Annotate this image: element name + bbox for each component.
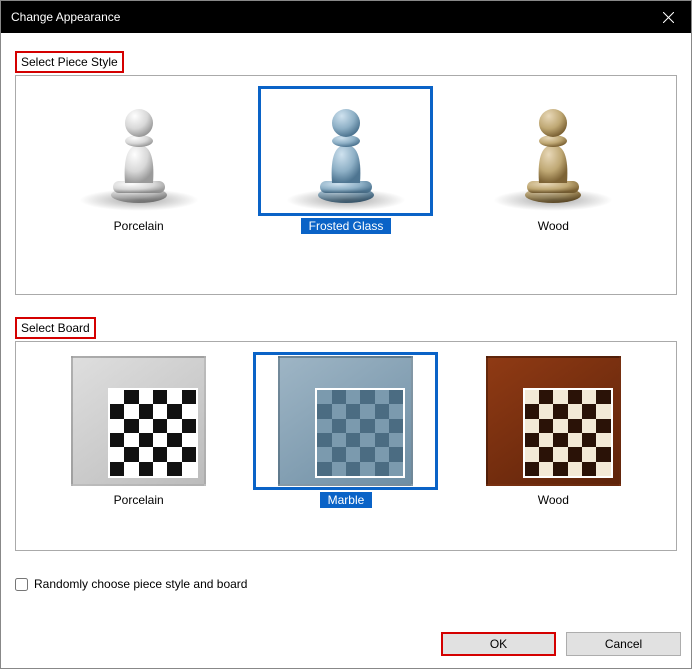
pieces-section-label: Select Piece Style [15, 51, 124, 73]
piece-thumb-porcelain [51, 86, 226, 216]
board-option-label: Porcelain [106, 492, 172, 508]
boards-panel: Porcelain Marble Wood [15, 341, 677, 551]
random-checkbox-label: Randomly choose piece style and board [34, 577, 247, 591]
ok-button[interactable]: OK [441, 632, 556, 656]
board-option-marble[interactable]: Marble [253, 352, 438, 508]
piece-option-label: Frosted Glass [301, 218, 392, 234]
piece-thumb-wood [466, 86, 641, 216]
pieces-panel: Porcelain [15, 75, 677, 295]
random-checkbox-row[interactable]: Randomly choose piece style and board [15, 577, 677, 591]
piece-thumb-frosted-glass [258, 86, 433, 216]
piece-option-frosted-glass[interactable]: Frosted Glass [253, 86, 438, 234]
titlebar: Change Appearance [1, 1, 691, 33]
close-icon [663, 12, 674, 23]
dialog-content: Select Piece Style [1, 33, 691, 626]
piece-option-label: Wood [530, 218, 577, 234]
window-title: Change Appearance [11, 10, 646, 24]
board-option-porcelain[interactable]: Porcelain [46, 352, 231, 508]
boards-section-label: Select Board [15, 317, 96, 339]
piece-option-porcelain[interactable]: Porcelain [46, 86, 231, 234]
cancel-button[interactable]: Cancel [566, 632, 681, 656]
board-option-label: Marble [320, 492, 373, 508]
piece-option-wood[interactable]: Wood [461, 86, 646, 234]
button-row: OK Cancel [1, 626, 691, 668]
close-button[interactable] [646, 1, 691, 33]
board-option-label: Wood [530, 492, 577, 508]
piece-option-label: Porcelain [106, 218, 172, 234]
board-thumb-porcelain [46, 352, 231, 490]
board-option-wood[interactable]: Wood [461, 352, 646, 508]
board-thumb-wood [461, 352, 646, 490]
random-checkbox[interactable] [15, 578, 28, 591]
board-thumb-marble [253, 352, 438, 490]
